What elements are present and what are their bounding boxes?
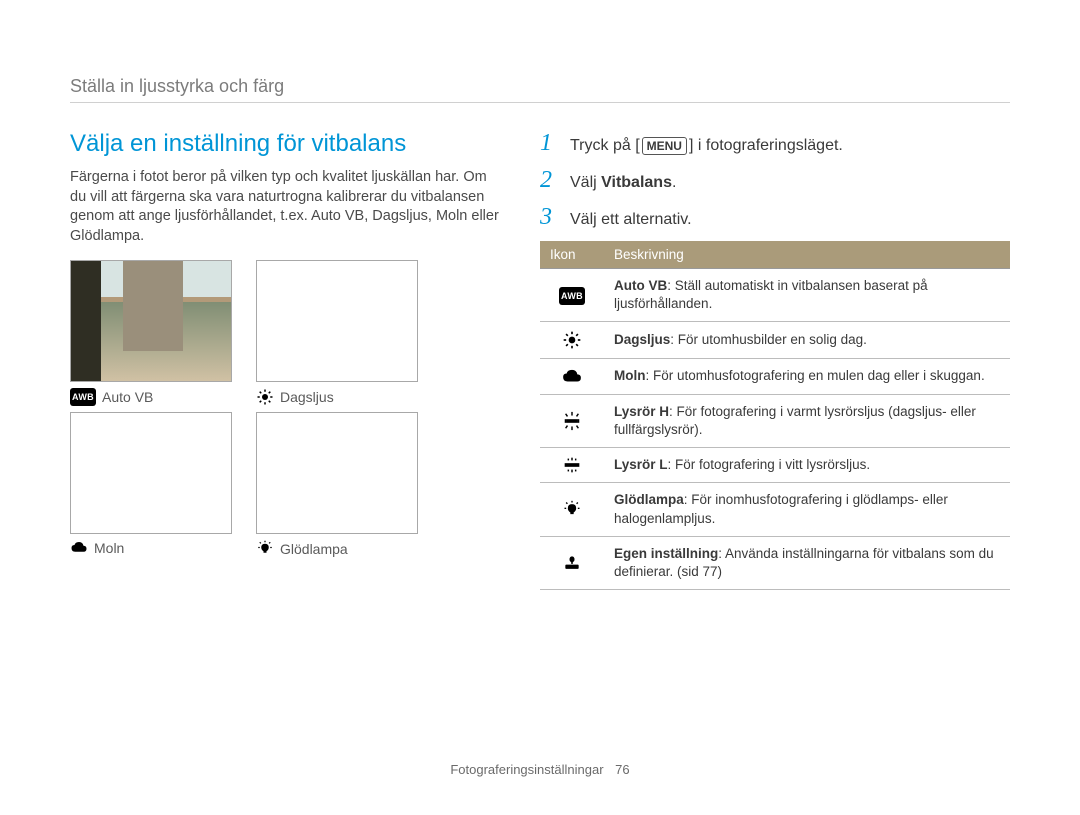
table-row: Lysrör H: För fotografering i varmt lysr…: [540, 394, 1010, 447]
wb-thumbnail-tungsten: [256, 412, 418, 534]
wb-thumbnail-daylight: [256, 260, 418, 382]
breadcrumb: Ställa in ljusstyrka och färg: [70, 76, 284, 97]
cloud-icon: [540, 359, 604, 394]
left-column: Välja en inställning för vitbalans Färge…: [70, 130, 500, 564]
wb-thumbnail-cloudy: [70, 412, 232, 534]
custom-wb-icon: [540, 536, 604, 589]
wb-example-daylight: Dagsljus: [256, 260, 418, 406]
wb-label-text: Dagsljus: [280, 389, 334, 405]
step-text-pre: Välj: [570, 174, 601, 191]
table-desc: Moln: För utomhusfotografering en mulen …: [604, 359, 1010, 394]
footer: Fotograferingsinställningar 76: [0, 762, 1080, 777]
wb-label-text: Glödlampa: [280, 541, 348, 557]
fluorescent-l-icon: [540, 448, 604, 483]
table-desc: Auto VB: Ställ automatiskt in vitbalanse…: [604, 269, 1010, 322]
wb-thumbnail-auto: [70, 260, 232, 382]
wb-example-tungsten: Glödlampa: [256, 412, 418, 558]
sun-icon: [256, 388, 274, 406]
intro-paragraph: Färgerna i fotot beror på vilken typ och…: [70, 168, 500, 246]
table-row: Moln: För utomhusfotografering en mulen …: [540, 359, 1010, 394]
table-header-icon: Ikon: [540, 241, 604, 269]
table-row: Glödlampa: För inomhusfotografering i gl…: [540, 483, 1010, 536]
step-text: Välj ett alternativ.: [570, 211, 692, 229]
table-desc: Glödlampa: För inomhusfotografering i gl…: [604, 483, 1010, 536]
section-title: Välja en inställning för vitbalans: [70, 130, 500, 158]
step-2: 2 Välj Vitbalans.: [540, 167, 1010, 194]
awb-icon: AWB: [540, 269, 604, 322]
wb-example-auto: AWB Auto VB: [70, 260, 232, 406]
right-column: 1 Tryck på [MENU] i fotograferingsläget.…: [540, 130, 1010, 590]
step-1: 1 Tryck på [MENU] i fotograferingsläget.: [540, 130, 1010, 157]
divider: [70, 102, 1010, 103]
wb-label-text: Moln: [94, 540, 124, 556]
footer-section: Fotograferingsinställningar: [450, 762, 603, 777]
cloud-icon: [70, 541, 88, 555]
table-desc: Lysrör L: För fotografering i vitt lysrö…: [604, 448, 1010, 483]
bulb-icon: [540, 483, 604, 536]
step-3: 3 Välj ett alternativ.: [540, 204, 1010, 231]
table-desc: Lysrör H: För fotografering i varmt lysr…: [604, 394, 1010, 447]
step-number: 3: [540, 204, 558, 231]
wb-example-cloudy: Moln: [70, 412, 232, 558]
awb-icon: AWB: [70, 388, 96, 406]
step-number: 2: [540, 167, 558, 194]
table-row: Egen inställning: Använda inställningarn…: [540, 536, 1010, 589]
wb-example-grid: AWB Auto VB Dagsljus: [70, 260, 420, 558]
menu-button-icon: MENU: [642, 137, 687, 155]
step-text-post: ] i fotograferingsläget.: [689, 137, 843, 154]
table-desc: Egen inställning: Använda inställningarn…: [604, 536, 1010, 589]
table-row: Dagsljus: För utomhusbilder en solig dag…: [540, 322, 1010, 359]
table-row: Lysrör L: För fotografering i vitt lysrö…: [540, 448, 1010, 483]
page-number: 76: [615, 762, 629, 777]
step-number: 1: [540, 130, 558, 157]
step-text-post: .: [672, 174, 676, 191]
table-header-desc: Beskrivning: [604, 241, 1010, 269]
table-desc: Dagsljus: För utomhusbilder en solig dag…: [604, 322, 1010, 359]
sun-icon: [540, 322, 604, 359]
step-text-pre: Tryck på [: [570, 137, 640, 154]
table-row: AWB Auto VB: Ställ automatiskt in vitbal…: [540, 269, 1010, 322]
step-text-bold: Vitbalans: [601, 174, 672, 191]
description-table: Ikon Beskrivning AWB Auto VB: Ställ auto…: [540, 241, 1010, 590]
fluorescent-h-icon: [540, 394, 604, 447]
bulb-icon: [256, 540, 274, 558]
wb-label-text: Auto VB: [102, 389, 153, 405]
